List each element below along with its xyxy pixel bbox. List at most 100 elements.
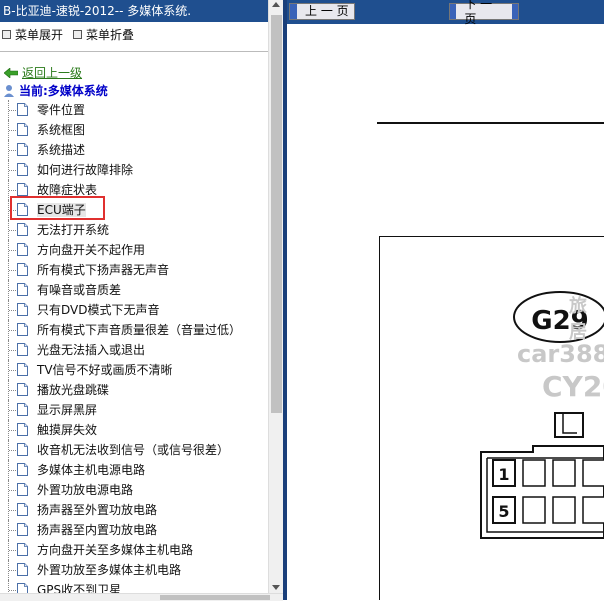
document-icon [17, 563, 28, 576]
tree-item[interactable]: 触摸屏失效 [0, 420, 268, 440]
document-icon [17, 483, 28, 496]
scroll-up-icon[interactable] [272, 2, 280, 7]
tree-branch-line [9, 490, 16, 492]
tree-item-label: 如何进行故障排除 [37, 163, 134, 177]
menu-expand-link[interactable]: 菜单展开 [15, 26, 63, 43]
tree-item[interactable]: 外置功放电源电路 [0, 480, 268, 500]
tree-item[interactable]: 只有DVD模式下无声音 [0, 300, 268, 320]
watermark-cn: 旅居 [569, 296, 587, 343]
document-icon [17, 103, 28, 116]
document-icon [17, 383, 28, 396]
tree-item[interactable]: 系统框图 [0, 120, 268, 140]
tree-item[interactable]: 如何进行故障排除 [0, 160, 268, 180]
document-icon [17, 523, 28, 536]
connector-diagram: G29 1 5 [480, 291, 604, 539]
tree-branch-line [9, 150, 16, 152]
document-icon [17, 323, 28, 336]
tree-item[interactable]: 播放光盘跳碟 [0, 380, 268, 400]
panel-title: B-比亚迪-速锐-2012-- 多媒体系统. [0, 0, 268, 22]
document-icon [17, 283, 28, 296]
back-arrow-icon [4, 67, 18, 78]
document-icon [17, 543, 28, 556]
tree-item[interactable]: 光盘无法插入或退出 [0, 340, 268, 360]
tree-item[interactable]: 显示屏黑屏 [0, 400, 268, 420]
tree-item[interactable]: 扬声器至内置功放电路 [0, 520, 268, 540]
selection-highlight-box [10, 196, 105, 220]
scroll-thumb[interactable] [271, 15, 282, 413]
tree-item-label: 光盘无法插入或退出 [37, 343, 146, 357]
tree-item-label: 扬声器至内置功放电路 [37, 523, 158, 537]
tree-branch-line [9, 330, 16, 332]
tree-branch-line [9, 130, 16, 132]
tree-item-label: 收音机无法收到信号（或信号很差） [37, 443, 230, 457]
document-icon [17, 263, 28, 276]
tree-item[interactable]: 无法打开系统 [0, 220, 268, 240]
document-icon [17, 423, 28, 436]
tree-branch-line [9, 530, 16, 532]
tree-item-label: 方向盘开关至多媒体主机电路 [37, 543, 194, 557]
tree-branch-line [9, 410, 16, 412]
menu-toggle-bar: 菜单展开 菜单折叠 [2, 26, 144, 43]
separator [0, 51, 268, 52]
right-panel: 上 一 页 下 一 页 G29 1 5 car388 CY20 旅居 [287, 0, 604, 600]
scroll-down-icon[interactable] [272, 585, 280, 590]
tree-item-label: TV信号不好或画质不清晰 [37, 363, 173, 377]
expand-icon [2, 30, 11, 39]
collapse-icon [73, 30, 83, 39]
document-icon [17, 443, 28, 456]
tree-item-label: 只有DVD模式下无声音 [37, 303, 160, 317]
menu-collapse-link[interactable]: 菜单折叠 [86, 26, 134, 43]
tree-item[interactable]: 多媒体主机电源电路 [0, 460, 268, 480]
tree-item-label: 有噪音或音质差 [37, 283, 122, 297]
tree-branch-line [9, 290, 16, 292]
tree-branch-line [9, 310, 16, 312]
tree-item-label: 扬声器至外置功放电路 [37, 503, 158, 517]
vertical-scrollbar[interactable] [268, 0, 284, 600]
tree-branch-line [9, 430, 16, 432]
tree-item[interactable]: 所有模式下扬声器无声音 [0, 260, 268, 280]
hscroll-thumb[interactable] [160, 595, 270, 600]
watermark-cy20: CY20 [542, 370, 604, 403]
tree-branch-line [9, 270, 16, 272]
tree-branch-line [9, 590, 16, 592]
tree-branch-line [9, 390, 16, 392]
tree-item[interactable]: 方向盘开关至多媒体主机电路 [0, 540, 268, 560]
tree-item[interactable]: 所有模式下声音质量很差（音量过低） [0, 320, 268, 340]
tree-item-label: 无法打开系统 [37, 223, 110, 237]
document-icon [17, 503, 28, 516]
tree-item-label: 外置功放电源电路 [37, 483, 134, 497]
tree-branch-line [9, 110, 16, 112]
tree-item-label: 系统描述 [37, 143, 86, 157]
tree-branch-line [9, 190, 16, 192]
document-icon [17, 123, 28, 136]
tree-item-label: 外置功放至多媒体主机电路 [37, 563, 182, 577]
tree-item[interactable]: 有噪音或音质差 [0, 280, 268, 300]
tree-item-label: 多媒体主机电源电路 [37, 463, 146, 477]
tree-branch-line [9, 230, 16, 232]
back-link[interactable]: 返回上一级 [4, 64, 82, 81]
tree-item[interactable]: 零件位置 [0, 100, 268, 120]
document-icon [17, 363, 28, 376]
tree-item[interactable]: 方向盘开关不起作用 [0, 240, 268, 260]
document-icon [17, 303, 28, 316]
pin-5-label: 5 [498, 502, 509, 521]
tree-item[interactable]: 外置功放至多媒体主机电路 [0, 560, 268, 580]
tree-item-label: 系统框图 [37, 123, 86, 137]
tree-branch-line [9, 250, 16, 252]
tree-branch-line [9, 370, 16, 372]
tree-item[interactable]: 收音机无法收到信号（或信号很差） [0, 440, 268, 460]
tree-item[interactable]: 扬声器至外置功放电路 [0, 500, 268, 520]
tree-item-label: 播放光盘跳碟 [37, 383, 110, 397]
tree-item[interactable]: 系统描述 [0, 140, 268, 160]
document-icon [17, 343, 28, 356]
tree-item[interactable]: TV信号不好或画质不清晰 [0, 360, 268, 380]
tree-branch-line [9, 570, 16, 572]
tree-item-label: 所有模式下扬声器无声音 [37, 263, 170, 277]
watermark-car388: car388 [517, 340, 604, 368]
document-icon [17, 163, 28, 176]
tree-item-label: 方向盘开关不起作用 [37, 243, 146, 257]
tree-branch-line [9, 550, 16, 552]
tree-list: 零件位置 系统框图 系统描述 如何进行故障排除 故障症状表 ECU端子 无法打开系统 方向盘开… [0, 100, 268, 600]
pin-1-label: 1 [498, 465, 509, 484]
tree-item-label: 显示屏黑屏 [37, 403, 98, 417]
